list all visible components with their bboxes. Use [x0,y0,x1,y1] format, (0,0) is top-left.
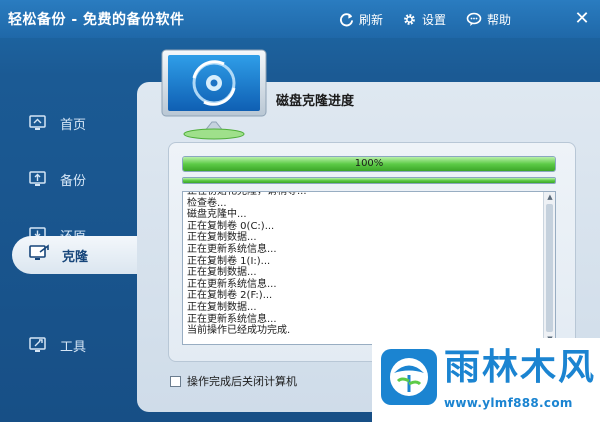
settings-label: 设置 [422,12,447,27]
page-title: 磁盘克隆进度 [276,94,355,109]
sidebar-item-backup[interactable]: 备份 [28,164,86,194]
close-icon: ✕ [574,7,590,29]
log-line: 正在复制数据... [187,267,257,279]
log-line: 正在更新系统信息... [187,278,277,290]
log-line: 检查卷... [187,197,227,209]
brand-logo-icon [380,348,438,406]
sidebar-item-label: 备份 [60,173,87,189]
gear-icon [401,11,417,27]
sub-progress-bar [182,177,556,184]
scroll-thumb[interactable] [546,204,553,332]
log-line: 正在复制卷 1(I:)... [187,255,271,267]
shutdown-option: 操作完成后关闭计算机 [170,374,297,388]
log-line: 当前操作已经成功完成. [187,325,291,337]
backup-monitor-icon [28,169,48,189]
home-monitor-icon [28,113,48,133]
log-line: 正在复制卷 2(F:)... [187,290,273,302]
tools-monitor-icon [28,335,48,355]
log-lines: 正在初始化克隆，请稍等... 检查卷... 磁盘克隆中... 正在复制卷 0(C:).… [187,191,541,337]
shutdown-label[interactable]: 操作完成后关闭计算机 [187,373,297,389]
log-line: 正在更新系统信息... [187,313,277,325]
log-scrollbar[interactable]: ▲ ▼ [543,192,555,344]
app-window: 轻松备份 - 免费的备份软件 刷新 设置 帮助 ✕ 首页 备份 克隆 工具 磁盘… [0,0,600,422]
close-button[interactable]: ✕ [572,7,592,29]
refresh-icon [338,11,354,27]
main-progress-bar: 100% [182,156,556,172]
settings-button[interactable]: 设置 [401,9,446,29]
progress-percent-label: 100% [354,158,384,169]
sidebar-item-label: 克隆 [62,249,89,265]
log-line: 正在更新系统信息... [187,243,277,255]
sidebar-item-home[interactable]: 首页 [28,108,86,138]
watermark-badge: 雨林木风 www.ylmf888.com [372,338,600,422]
log-line: 正在初始化克隆，请稍等... [187,191,307,197]
sidebar-item-clone[interactable]: 克隆 [28,240,88,270]
window-title: 轻松备份 - 免费的备份软件 [8,12,185,28]
refresh-label: 刷新 [359,12,384,27]
sub-progress-fill [183,178,555,183]
shutdown-checkbox[interactable] [170,375,181,387]
sidebar-item-label: 工具 [60,339,87,355]
watermark-url: www.ylmf888.com [444,396,573,410]
watermark-brand: 雨林木风 [444,347,597,388]
clone-monitor-illustration-icon [158,48,270,144]
sidebar-item-tools[interactable]: 工具 [28,330,86,360]
log-line: 正在复制数据... [187,232,257,244]
refresh-button[interactable]: 刷新 [338,9,383,29]
scroll-up-icon[interactable]: ▲ [544,192,555,202]
log-line: 磁盘克隆中... [187,209,247,221]
help-button[interactable]: 帮助 [466,9,511,29]
help-label: 帮助 [487,12,512,27]
title-bar: 轻松备份 - 免费的备份软件 刷新 设置 帮助 ✕ [0,0,600,38]
log-line: 正在复制卷 0(C:)... [187,220,275,232]
log-line: 正在复制数据... [187,301,257,313]
log-output: 正在初始化克隆，请稍等... 检查卷... 磁盘克隆中... 正在复制卷 0(C:).… [182,191,556,345]
sidebar-item-label: 首页 [60,117,87,133]
clone-monitor-icon [28,243,50,267]
help-chat-icon [466,11,482,27]
